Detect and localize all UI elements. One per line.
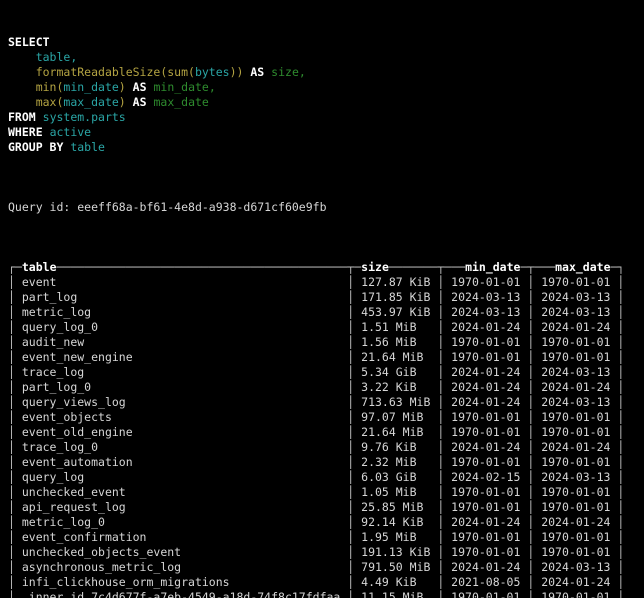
sql-line: WHERE active: [8, 125, 644, 140]
query-id-value: eeeff68a-bf61-4e8d-a938-d671cf60e9fb: [77, 200, 326, 214]
table-row: │ event_old_engine │ 21.64 MiB │ 1970-01…: [8, 425, 644, 440]
sql-query: SELECT table, formatReadableSize(sum(byt…: [8, 35, 644, 155]
table-row: │ part_log │ 171.85 KiB │ 2024-03-13 │ 2…: [8, 290, 644, 305]
table-row: │ api_request_log │ 25.85 MiB │ 1970-01-…: [8, 500, 644, 515]
table-row: │ event_new_engine │ 21.64 MiB │ 1970-01…: [8, 350, 644, 365]
table-row: │ unchecked_event │ 1.05 MiB │ 1970-01-0…: [8, 485, 644, 500]
table-row: │ event_objects │ 97.07 MiB │ 1970-01-01…: [8, 410, 644, 425]
table-row: │ asynchronous_metric_log │ 791.50 MiB │…: [8, 560, 644, 575]
table-row: │ event_automation │ 2.32 MiB │ 1970-01-…: [8, 455, 644, 470]
table-row: │ audit_new │ 1.56 MiB │ 1970-01-01 │ 19…: [8, 335, 644, 350]
table-row: │ infi_clickhouse_orm_migrations │ 4.49 …: [8, 575, 644, 590]
table-row: │ .inner_id.7c4d677f-a7eb-4549-a18d-74f8…: [8, 590, 644, 598]
table-row: │ metric_log │ 453.97 KiB │ 2024-03-13 │…: [8, 305, 644, 320]
table-row: │ event_confirmation │ 1.95 MiB │ 1970-0…: [8, 530, 644, 545]
table-row: │ part_log_0 │ 3.22 KiB │ 2024-01-24 │ 2…: [8, 380, 644, 395]
table-row: │ event │ 127.87 KiB │ 1970-01-01 │ 1970…: [8, 275, 644, 290]
table-header-row: ┌─table─────────────────────────────────…: [8, 260, 644, 275]
table-row: │ trace_log_0 │ 9.76 KiB │ 2024-01-24 │ …: [8, 440, 644, 455]
table-row: │ trace_log │ 5.34 GiB │ 2024-01-24 │ 20…: [8, 365, 644, 380]
query-id-label: Query id:: [8, 200, 77, 214]
terminal-window: SELECT table, formatReadableSize(sum(byt…: [0, 0, 644, 598]
sql-line: formatReadableSize(sum(bytes)) AS size,: [8, 65, 644, 80]
sql-line: FROM system.parts: [8, 110, 644, 125]
sql-line: GROUP BY table: [8, 140, 644, 155]
table-row: │ query_views_log │ 713.63 MiB │ 2024-01…: [8, 395, 644, 410]
sql-line: max(max_date) AS max_date: [8, 95, 644, 110]
table-row: │ metric_log_0 │ 92.14 KiB │ 2024-01-24 …: [8, 515, 644, 530]
results-table: ┌─table─────────────────────────────────…: [8, 260, 644, 598]
query-id-line: Query id: eeeff68a-bf61-4e8d-a938-d671cf…: [8, 200, 644, 215]
table-row: │ unchecked_objects_event │ 191.13 KiB │…: [8, 545, 644, 560]
table-row: │ query_log_0 │ 1.51 MiB │ 2024-01-24 │ …: [8, 320, 644, 335]
sql-line: SELECT: [8, 35, 644, 50]
sql-line: min(min_date) AS min_date,: [8, 80, 644, 95]
table-row: │ query_log │ 6.03 GiB │ 2024-02-15 │ 20…: [8, 470, 644, 485]
sql-line: table,: [8, 50, 644, 65]
